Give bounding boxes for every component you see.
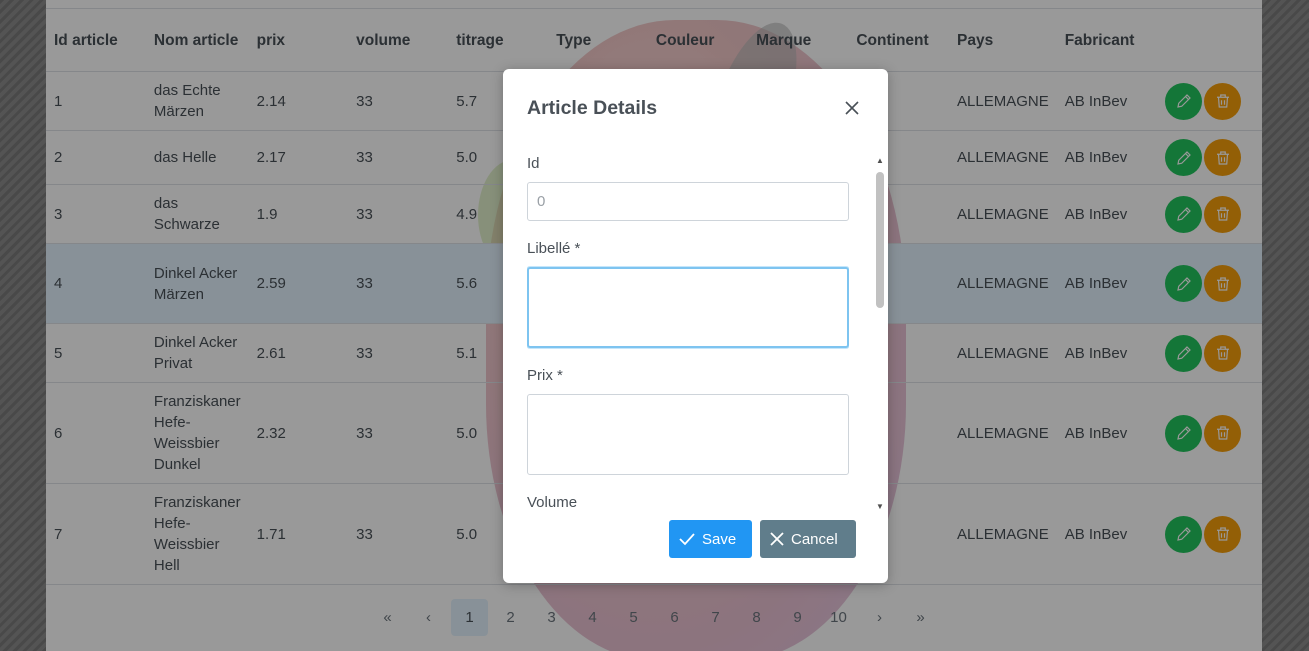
- prix-textarea[interactable]: [527, 394, 849, 475]
- dialog-footer: Save Cancel: [669, 520, 856, 558]
- volume-label: Volume: [527, 494, 578, 511]
- field-prix: Prix *: [527, 367, 849, 475]
- save-button-label: Save: [702, 530, 737, 548]
- id-input[interactable]: [527, 182, 849, 221]
- close-icon: [845, 101, 859, 115]
- dialog-scrollbar[interactable]: ▲ ▼: [874, 155, 886, 513]
- article-details-dialog: Article Details Id Libellé * Prix * Volu…: [503, 69, 888, 583]
- prix-label: Prix *: [527, 367, 563, 384]
- id-label: Id: [527, 155, 540, 172]
- save-button[interactable]: Save: [669, 520, 752, 558]
- scrollbar-thumb[interactable]: [876, 172, 884, 308]
- field-libelle: Libellé *: [527, 240, 849, 348]
- field-id: Id: [527, 155, 849, 221]
- dialog-body: Id Libellé * Prix * Volume: [527, 155, 849, 511]
- cancel-button-label: Cancel: [791, 530, 838, 548]
- scroll-up-arrow-icon[interactable]: ▲: [876, 157, 884, 165]
- cancel-button[interactable]: Cancel: [760, 520, 856, 558]
- x-icon: [770, 532, 784, 546]
- libelle-textarea[interactable]: [527, 267, 849, 348]
- dialog-header: Article Details: [527, 95, 867, 125]
- dialog-title: Article Details: [527, 97, 658, 119]
- check-icon: [679, 533, 695, 546]
- libelle-label: Libellé *: [527, 240, 581, 257]
- dialog-close-button[interactable]: [837, 93, 867, 123]
- scroll-down-arrow-icon[interactable]: ▼: [876, 503, 884, 511]
- field-volume: Volume: [527, 494, 849, 511]
